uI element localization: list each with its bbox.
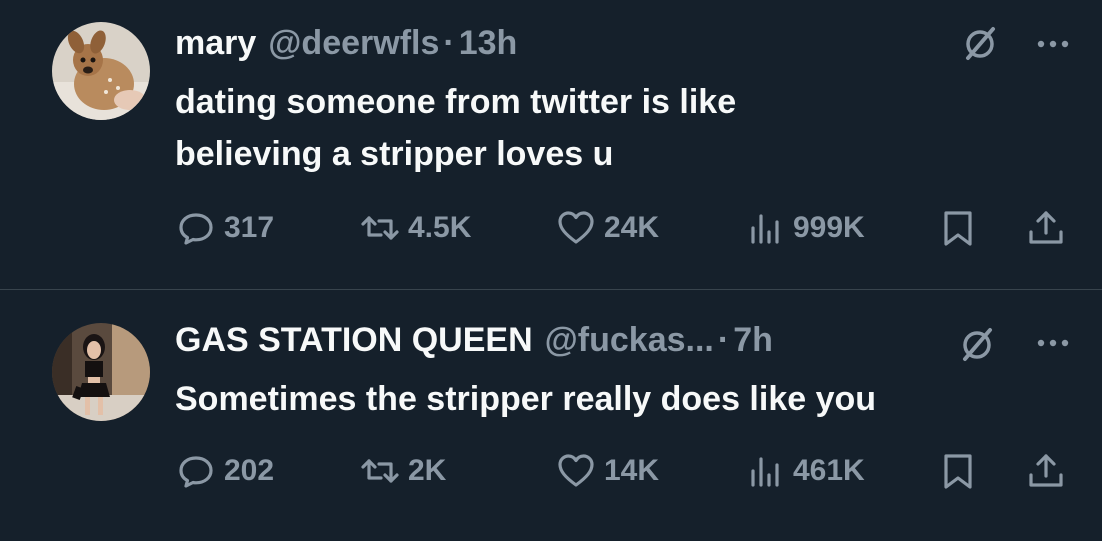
- grok-icon[interactable]: [957, 325, 997, 365]
- tweet[interactable]: mary @deerwfls · 13h dating someone from…: [0, 0, 1102, 290]
- share-icon: [1029, 454, 1063, 487]
- timeline: mary @deerwfls · 13h dating someone from…: [0, 0, 1102, 541]
- tweet-text-line: dating someone from twitter is like: [175, 83, 737, 121]
- more-icon[interactable]: [1033, 333, 1073, 353]
- views-button[interactable]: 999K: [745, 206, 865, 250]
- retweet-icon: [361, 216, 399, 240]
- timestamp[interactable]: 13h: [459, 24, 518, 63]
- tweet-text-line: believing a stripper loves u: [175, 135, 614, 173]
- tweet-text: dating someone from twitter is like beli…: [175, 76, 955, 180]
- tweet-header: GAS STATION QUEEN @fuckas... · 7h: [175, 321, 773, 360]
- share-button[interactable]: [1026, 206, 1066, 250]
- tweet-header: mary @deerwfls · 13h: [175, 24, 517, 63]
- bookmark-icon: [944, 211, 972, 246]
- retweet-icon: [361, 459, 399, 483]
- bookmark-button[interactable]: [938, 449, 978, 493]
- tweet-text-line: Sometimes the stripper really does like …: [175, 380, 877, 418]
- heart-icon: [558, 211, 594, 244]
- user-handle[interactable]: @deerwfls: [268, 24, 439, 63]
- bookmark-button[interactable]: [938, 206, 978, 250]
- views-icon: [751, 457, 779, 487]
- timestamp[interactable]: 7h: [733, 321, 773, 360]
- fawn-avatar-icon: [52, 22, 150, 120]
- reply-button[interactable]: 317: [176, 206, 274, 250]
- separator: ·: [443, 24, 455, 62]
- view-count: 999K: [793, 211, 865, 244]
- display-name[interactable]: mary: [175, 24, 256, 63]
- reply-icon: [179, 213, 213, 245]
- action-bar: 202 2K 14K 461K: [0, 449, 1102, 493]
- share-button[interactable]: [1026, 449, 1066, 493]
- views-button[interactable]: 461K: [745, 449, 865, 493]
- retweet-count: 2K: [408, 454, 447, 487]
- reply-icon: [179, 456, 213, 488]
- like-button[interactable]: 14K: [556, 449, 659, 493]
- reply-count: 202: [224, 454, 275, 487]
- retweet-count: 4.5K: [408, 211, 472, 244]
- reply-count: 317: [224, 211, 275, 244]
- tweet-text: Sometimes the stripper really does like …: [175, 373, 1075, 425]
- like-button[interactable]: 24K: [556, 206, 659, 250]
- avatar[interactable]: [52, 323, 150, 421]
- grok-icon[interactable]: [960, 24, 1000, 64]
- avatar[interactable]: [52, 22, 150, 120]
- views-icon: [751, 214, 779, 244]
- retweet-button[interactable]: 4.5K: [360, 206, 471, 250]
- person-avatar-icon: [52, 323, 150, 421]
- like-count: 14K: [604, 454, 660, 487]
- action-bar: 317 4.5K 24K 999K: [0, 206, 1102, 250]
- display-name[interactable]: GAS STATION QUEEN: [175, 321, 533, 360]
- more-icon[interactable]: [1033, 34, 1073, 54]
- user-handle[interactable]: @fuckas...: [545, 321, 714, 360]
- like-count: 24K: [604, 211, 660, 244]
- reply-button[interactable]: 202: [176, 449, 274, 493]
- view-count: 461K: [793, 454, 865, 487]
- tweet[interactable]: GAS STATION QUEEN @fuckas... · 7h Someti…: [0, 291, 1102, 541]
- heart-icon: [558, 454, 594, 487]
- separator: ·: [717, 321, 730, 359]
- retweet-button[interactable]: 2K: [360, 449, 446, 493]
- bookmark-icon: [944, 454, 972, 489]
- share-icon: [1029, 211, 1063, 244]
